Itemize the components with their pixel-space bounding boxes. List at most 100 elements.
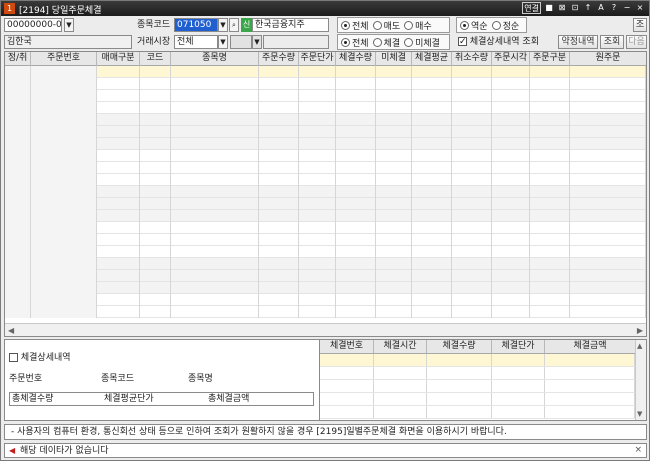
col-fill-qty[interactable]: 체결수량 <box>336 52 376 66</box>
radio-side-all[interactable]: 전체 <box>341 19 369 32</box>
orders-grid[interactable]: 정/취 주문번호 매매구분 코드 종목명 주문수량 주문단가 체결수량 미체결 … <box>4 51 647 337</box>
scroll-down-icon[interactable]: ▼ <box>637 410 642 418</box>
table-cell <box>259 138 299 150</box>
table-row[interactable] <box>5 258 646 270</box>
col-order-time[interactable]: 주문시각 <box>492 52 530 66</box>
table-row[interactable] <box>5 246 646 258</box>
col-original-order[interactable]: 원주문 <box>570 52 646 66</box>
table-cell <box>376 198 412 210</box>
account-select[interactable]: 00000000-00 <box>4 18 62 32</box>
dcol-fill-time[interactable]: 체결시간 <box>374 340 427 353</box>
detail-vertical-scrollbar[interactable]: ▲ ▼ <box>635 340 646 420</box>
table-cell <box>97 234 140 246</box>
pin-icon[interactable]: ↑ <box>583 2 593 14</box>
table-row[interactable] <box>5 198 646 210</box>
close-icon[interactable]: × <box>635 2 645 14</box>
col-cancel-qty[interactable]: 취소수량 <box>452 52 492 66</box>
table-row[interactable] <box>5 150 646 162</box>
radio-order-asc[interactable]: 정순 <box>491 19 519 32</box>
table-row[interactable] <box>5 270 646 282</box>
status-bar: ◀ 해당 데이타가 없습니다 × <box>4 443 647 458</box>
col-trade-type[interactable]: 매매구분 <box>97 52 140 66</box>
col-cancel-correct[interactable]: 정/취 <box>5 52 31 66</box>
stock-code-dropdown-icon[interactable]: ▼ <box>218 18 228 32</box>
dcol-fill-no[interactable]: 체결번호 <box>320 340 374 353</box>
table-cell <box>259 90 299 102</box>
table-row[interactable] <box>5 282 646 294</box>
table-row[interactable] <box>5 306 646 318</box>
dcol-fill-qty[interactable]: 체결수량 <box>427 340 492 353</box>
table-row[interactable] <box>5 126 646 138</box>
help-icon[interactable]: ? <box>609 2 619 14</box>
query-button[interactable]: 조회 <box>600 35 624 49</box>
radio-side-sell[interactable]: 매도 <box>372 19 400 32</box>
layout-icon[interactable]: ⊡ <box>570 2 580 14</box>
stop-icon[interactable]: ■ <box>544 2 554 14</box>
table-cell <box>376 222 412 234</box>
radio-side-buy[interactable]: 매수 <box>404 19 432 32</box>
table-cell <box>31 162 97 174</box>
scroll-right-icon[interactable]: ▶ <box>637 326 643 335</box>
table-cell <box>97 138 140 150</box>
font-icon[interactable]: A <box>596 2 606 14</box>
col-order-qty[interactable]: 주문수량 <box>259 52 299 66</box>
market-select[interactable]: 전체 <box>174 35 218 49</box>
col-fill-avg[interactable]: 체결평균 <box>412 52 452 66</box>
col-unfilled[interactable]: 미체결 <box>376 52 412 66</box>
table-cell <box>412 282 452 294</box>
minimize-icon[interactable]: − <box>622 2 632 14</box>
table-row[interactable] <box>5 210 646 222</box>
scroll-up-icon[interactable]: ▲ <box>637 342 642 350</box>
detail-grid-body[interactable] <box>320 354 646 419</box>
horizontal-scrollbar[interactable]: ◀ ▶ <box>5 323 646 336</box>
table-row[interactable] <box>5 222 646 234</box>
col-order-price[interactable]: 주문단가 <box>299 52 336 66</box>
table-row[interactable] <box>320 354 646 367</box>
table-row[interactable] <box>5 294 646 306</box>
connect-icon[interactable]: 연결 <box>522 2 541 14</box>
radio-order-desc[interactable]: 역순 <box>460 19 488 32</box>
radio-fill-unfilled[interactable]: 미체결 <box>404 36 440 49</box>
table-row[interactable] <box>5 114 646 126</box>
table-row[interactable] <box>5 66 646 78</box>
col-order-kind[interactable]: 주문구분 <box>530 52 570 66</box>
contract-button[interactable]: 약정내역 <box>558 35 598 49</box>
dcol-fill-price[interactable]: 체결단가 <box>492 340 545 353</box>
detail-order-no-label: 주문번호 <box>9 374 43 384</box>
query-top-button[interactable]: 조 <box>633 18 647 32</box>
table-row[interactable] <box>5 162 646 174</box>
radio-fill-all[interactable]: 전체 <box>341 36 369 49</box>
col-code[interactable]: 코드 <box>140 52 171 66</box>
market-dropdown-icon[interactable]: ▼ <box>218 35 228 49</box>
table-cell <box>570 198 646 210</box>
table-row[interactable] <box>5 102 646 114</box>
table-row[interactable] <box>5 138 646 150</box>
scroll-left-icon[interactable]: ◀ <box>8 326 14 335</box>
table-row[interactable] <box>320 380 646 393</box>
dcol-fill-amount[interactable]: 체결금액 <box>545 340 635 353</box>
table-cell <box>452 162 492 174</box>
table-row[interactable] <box>320 367 646 380</box>
col-order-no[interactable]: 주문번호 <box>31 52 97 66</box>
stock-name-field: 한국금융지주 <box>252 18 329 32</box>
table-cell <box>530 186 570 198</box>
table-cell <box>259 198 299 210</box>
table-row[interactable] <box>5 186 646 198</box>
table-row[interactable] <box>5 90 646 102</box>
detail-check[interactable]: 체결상세내역 조회 <box>458 35 539 49</box>
fill-detail-grid[interactable]: 체결번호 체결시간 체결수량 체결단가 체결금액 ▲ ▼ <box>319 340 646 420</box>
radio-fill-filled[interactable]: 체결 <box>372 36 400 49</box>
next-button[interactable]: 다음 <box>626 35 647 49</box>
table-row[interactable] <box>320 393 646 406</box>
search-icon[interactable]: ⌕ <box>229 18 239 32</box>
table-row[interactable] <box>5 78 646 90</box>
table-row[interactable] <box>5 174 646 186</box>
account-dropdown-icon[interactable]: ▼ <box>64 18 74 32</box>
table-row[interactable] <box>320 406 646 419</box>
table-row[interactable] <box>5 234 646 246</box>
col-stock-name[interactable]: 종목명 <box>171 52 259 66</box>
status-close-icon[interactable]: × <box>634 444 642 457</box>
stock-code-input[interactable]: 071050 <box>174 18 218 32</box>
window-icon[interactable]: ⊠ <box>557 2 567 14</box>
grid-body[interactable] <box>5 66 646 323</box>
